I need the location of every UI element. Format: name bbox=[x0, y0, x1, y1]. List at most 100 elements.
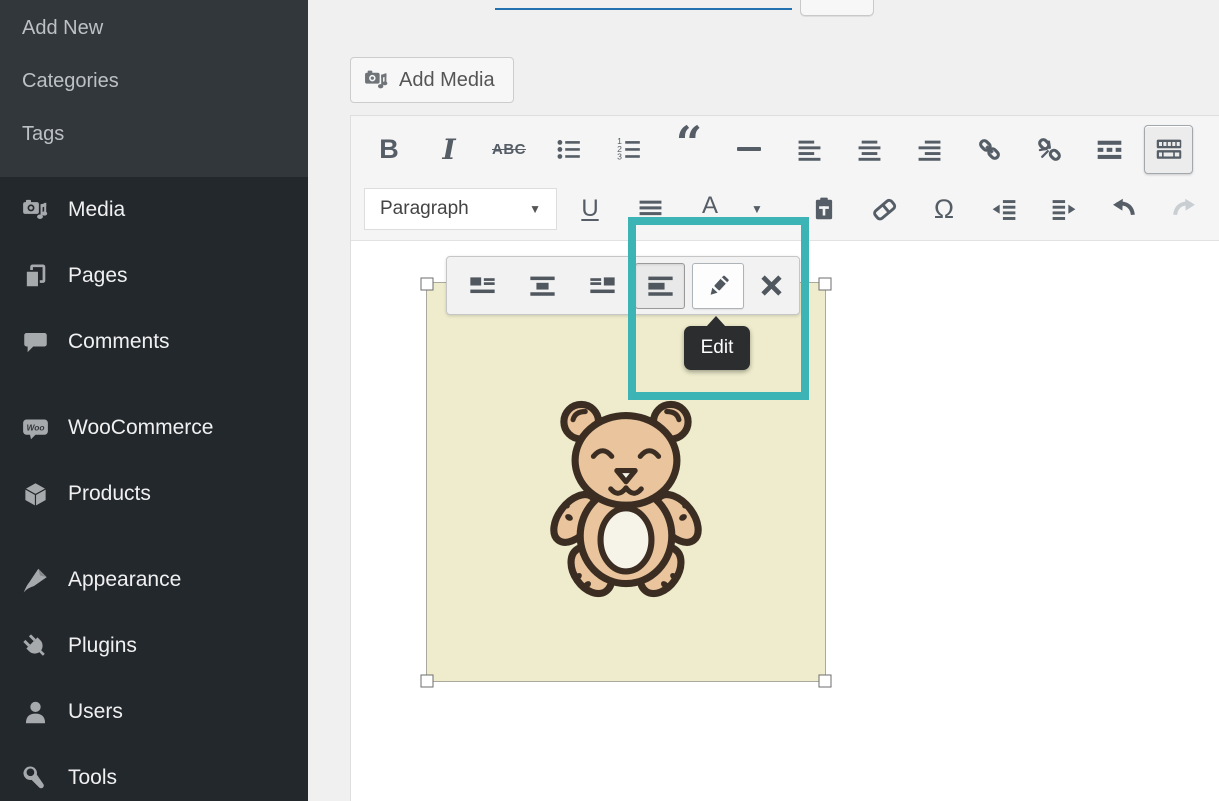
underline-button[interactable]: U bbox=[565, 184, 615, 234]
sidebar-item-plugins[interactable]: Plugins bbox=[0, 613, 308, 679]
tools-icon bbox=[22, 765, 49, 792]
horizontal-rule-button[interactable] bbox=[724, 124, 774, 174]
sidebar-item-tools[interactable]: Tools bbox=[0, 745, 308, 801]
align-right-button[interactable] bbox=[904, 124, 954, 174]
redo-button[interactable] bbox=[1159, 184, 1209, 234]
woo-badge-text: Woo bbox=[26, 422, 44, 432]
image-remove-button[interactable] bbox=[748, 263, 794, 309]
comments-icon bbox=[22, 329, 49, 356]
wordpress-admin-page: Add New Categories Tags Media Pages Comm… bbox=[0, 0, 1219, 801]
sidebar-item-products[interactable]: Products bbox=[0, 461, 308, 527]
outdent-icon bbox=[991, 196, 1017, 222]
sidebar-item-label: WooCommerce bbox=[68, 416, 213, 440]
add-media-button[interactable]: Add Media bbox=[350, 57, 514, 103]
sidebar-item-media[interactable]: Media bbox=[0, 177, 308, 243]
undo-icon bbox=[1110, 195, 1138, 223]
justify-button[interactable] bbox=[625, 184, 675, 234]
sidebar-item-users[interactable]: Users bbox=[0, 679, 308, 745]
resize-handle-bottom-right[interactable] bbox=[819, 675, 832, 688]
text-color-button[interactable]: A bbox=[685, 184, 735, 234]
add-media-icon bbox=[364, 68, 389, 93]
media-icon bbox=[22, 197, 49, 224]
image-align-none-icon bbox=[647, 272, 674, 299]
paste-as-text-button[interactable] bbox=[799, 184, 849, 234]
image-align-left-button[interactable] bbox=[452, 263, 512, 309]
increase-indent-button[interactable] bbox=[1039, 184, 1089, 234]
remove-link-button[interactable] bbox=[1024, 124, 1074, 174]
sidebar-item-label: Products bbox=[68, 482, 151, 506]
align-center-button[interactable] bbox=[844, 124, 894, 174]
menu-separator bbox=[0, 527, 308, 547]
image-align-right-icon bbox=[589, 272, 616, 299]
image-align-center-button[interactable] bbox=[512, 263, 572, 309]
users-icon bbox=[22, 699, 49, 726]
align-right-icon bbox=[917, 137, 942, 162]
editor-toolbar: B I ABC 123 “ bbox=[351, 116, 1219, 241]
sidebar-item-label: Media bbox=[68, 198, 125, 222]
sidebar-item-label: Users bbox=[68, 700, 123, 724]
selected-image-teddy-bear[interactable] bbox=[427, 283, 825, 681]
clear-formatting-button[interactable] bbox=[859, 184, 909, 234]
sidebar-item-label: Categories bbox=[22, 70, 119, 93]
justify-icon bbox=[638, 197, 663, 222]
blockquote-button[interactable]: “ bbox=[664, 124, 714, 174]
chevron-down-icon: ▼ bbox=[529, 202, 541, 216]
clipped-permalink-link[interactable] bbox=[495, 0, 792, 10]
bold-button[interactable]: B bbox=[364, 124, 414, 174]
more-tag-icon bbox=[1096, 136, 1123, 163]
posts-submenu: Add New Categories Tags bbox=[0, 0, 308, 177]
bulleted-list-button[interactable] bbox=[544, 124, 594, 174]
align-left-button[interactable] bbox=[784, 124, 834, 174]
sidebar-item-categories[interactable]: Categories bbox=[0, 55, 308, 108]
resize-handle-top-left[interactable] bbox=[421, 278, 434, 291]
chevron-down-icon: ▼ bbox=[751, 202, 763, 216]
image-align-right-button[interactable] bbox=[572, 263, 632, 309]
resize-handle-bottom-left[interactable] bbox=[421, 675, 434, 688]
sidebar-item-add-new[interactable]: Add New bbox=[0, 2, 308, 55]
appearance-icon bbox=[22, 567, 49, 594]
close-icon bbox=[758, 272, 785, 299]
paragraph-dropdown[interactable]: Paragraph ▼ bbox=[364, 188, 557, 230]
svg-text:3: 3 bbox=[617, 151, 622, 161]
menu-separator bbox=[0, 375, 308, 395]
insert-more-tag-button[interactable] bbox=[1084, 124, 1134, 174]
admin-sidebar: Add New Categories Tags Media Pages Comm… bbox=[0, 0, 308, 801]
pages-icon bbox=[22, 263, 49, 290]
insert-link-button[interactable] bbox=[964, 124, 1014, 174]
numbered-list-button[interactable]: 123 bbox=[604, 124, 654, 174]
sidebar-item-tags[interactable]: Tags bbox=[0, 108, 308, 161]
sidebar-item-woocommerce[interactable]: Woo WooCommerce bbox=[0, 395, 308, 461]
add-media-label: Add Media bbox=[399, 69, 495, 92]
image-align-left-icon bbox=[469, 272, 496, 299]
edit-tooltip: Edit bbox=[684, 326, 750, 370]
clipped-edit-permalink-button[interactable] bbox=[800, 0, 874, 16]
keyboard-icon bbox=[1155, 135, 1183, 163]
image-toolbar bbox=[446, 256, 800, 315]
toolbar-row-2: Paragraph ▼ U A ▼ Ω bbox=[351, 180, 1219, 238]
resize-handle-top-right[interactable] bbox=[819, 278, 832, 291]
sidebar-item-label: Add New bbox=[22, 17, 103, 40]
image-align-none-button[interactable] bbox=[635, 263, 685, 309]
italic-button[interactable]: I bbox=[424, 124, 474, 174]
sidebar-item-comments[interactable]: Comments bbox=[0, 309, 308, 375]
toolbar-toggle-button[interactable] bbox=[1144, 125, 1193, 174]
decrease-indent-button[interactable] bbox=[979, 184, 1029, 234]
sidebar-item-pages[interactable]: Pages bbox=[0, 243, 308, 309]
image-edit-button[interactable] bbox=[692, 263, 744, 309]
strikethrough-button[interactable]: ABC bbox=[484, 124, 534, 174]
sidebar-item-label: Appearance bbox=[68, 568, 181, 592]
woocommerce-icon: Woo bbox=[22, 415, 49, 442]
special-character-button[interactable]: Ω bbox=[919, 184, 969, 234]
unlink-icon bbox=[1036, 136, 1063, 163]
paste-text-icon bbox=[811, 196, 837, 222]
sidebar-item-appearance[interactable]: Appearance bbox=[0, 547, 308, 613]
undo-button[interactable] bbox=[1099, 184, 1149, 234]
text-color-swatch bbox=[698, 219, 722, 223]
sidebar-item-label: Pages bbox=[68, 264, 128, 288]
sidebar-item-label: Comments bbox=[68, 330, 170, 354]
paragraph-dropdown-value: Paragraph bbox=[380, 198, 469, 220]
products-icon bbox=[22, 481, 49, 508]
text-color-caret-button[interactable]: ▼ bbox=[745, 184, 769, 234]
toolbar-row-1: B I ABC 123 “ bbox=[351, 120, 1219, 178]
pencil-icon bbox=[705, 272, 732, 299]
